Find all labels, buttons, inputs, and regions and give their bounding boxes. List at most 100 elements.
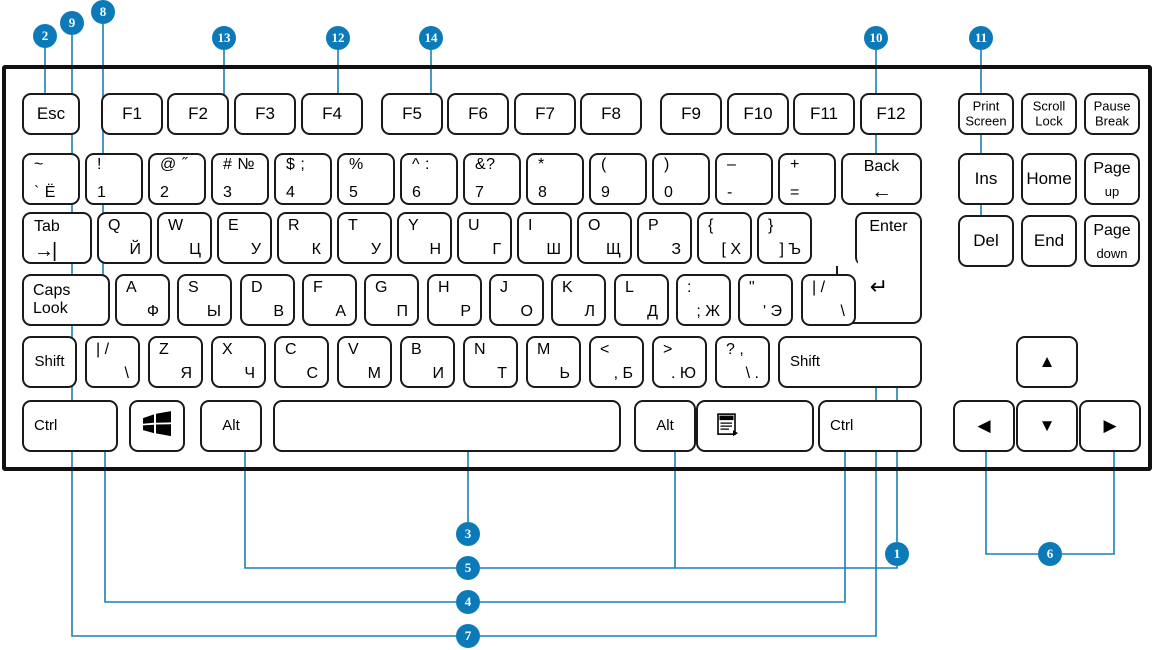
callout-badge-14[interactable]: 14 (419, 26, 443, 50)
key-f1[interactable]: F1 (101, 93, 163, 135)
key-equals[interactable]: + = (778, 153, 836, 205)
key-slash[interactable]: ? , \ . (715, 336, 770, 388)
key-w[interactable]: W Ц (157, 212, 212, 264)
key-9[interactable]: ( 9 (589, 153, 647, 205)
key-home[interactable]: Home (1021, 153, 1077, 205)
key-r[interactable]: R К (277, 212, 332, 264)
key-i[interactable]: I Ш (517, 212, 572, 264)
callout-badge-1[interactable]: 1 (885, 542, 909, 566)
key-alt-left[interactable]: Alt (200, 400, 262, 452)
key-5[interactable]: % 5 (337, 153, 395, 205)
key-page-down[interactable]: Page down (1084, 215, 1140, 267)
key-pause-break[interactable]: Pause Break (1084, 93, 1140, 135)
key-a[interactable]: A Ф (115, 274, 170, 326)
key-f2[interactable]: F2 (167, 93, 229, 135)
key-f7[interactable]: F7 (514, 93, 576, 135)
key-f12[interactable]: F12 (860, 93, 922, 135)
callout-badge-4[interactable]: 4 (456, 590, 480, 614)
key-quote[interactable]: " ' Э (738, 274, 793, 326)
callout-badge-12[interactable]: 12 (326, 26, 350, 50)
key-ctrl-right[interactable]: Ctrl (818, 400, 922, 452)
key-x[interactable]: X Ч (211, 336, 266, 388)
key-f6[interactable]: F6 (447, 93, 509, 135)
key-2[interactable]: @ ˝ 2 (148, 153, 206, 205)
key-f8[interactable]: F8 (580, 93, 642, 135)
callout-badge-9[interactable]: 9 (60, 11, 84, 35)
key-m[interactable]: M Ь (526, 336, 581, 388)
key-ctrl-left[interactable]: Ctrl (22, 400, 118, 452)
key-tilde-yo[interactable]: ~ ` Ё (22, 153, 80, 205)
key-backslash-zrow[interactable]: | / \ (85, 336, 140, 388)
key-space[interactable] (273, 400, 621, 452)
key-f[interactable]: F А (302, 274, 357, 326)
key-h[interactable]: H Р (427, 274, 482, 326)
key-minus[interactable]: – - (715, 153, 773, 205)
key-f5[interactable]: F5 (381, 93, 443, 135)
key-l[interactable]: L Д (614, 274, 669, 326)
key-8[interactable]: * 8 (526, 153, 584, 205)
key-shift-left[interactable]: Shift (22, 336, 77, 388)
key-period[interactable]: > . Ю (652, 336, 707, 388)
key-backslash-home[interactable]: | / \ (801, 274, 856, 326)
key-k[interactable]: K Л (551, 274, 606, 326)
key-page-up[interactable]: Page up (1084, 153, 1140, 205)
callout-badge-2[interactable]: 2 (33, 24, 57, 48)
callout-badge-3[interactable]: 3 (456, 522, 480, 546)
callout-badge-11[interactable]: 11 (969, 26, 993, 50)
key-capslock[interactable]: Caps Look (22, 274, 110, 326)
key-print-screen[interactable]: Print Screen (958, 93, 1014, 135)
key-j[interactable]: J О (489, 274, 544, 326)
key-bracket-left[interactable]: { [ Х (697, 212, 752, 264)
key-3[interactable]: # № 3 (211, 153, 269, 205)
key-bracket-right[interactable]: } ] Ъ (757, 212, 812, 264)
key-tab[interactable]: Tab →| (22, 212, 92, 264)
key-insert[interactable]: Ins (958, 153, 1014, 205)
key-u[interactable]: U Г (457, 212, 512, 264)
callout-badge-8[interactable]: 8 (91, 0, 115, 24)
key-f4[interactable]: F4 (301, 93, 363, 135)
key-arrow-right[interactable]: ▶ (1079, 400, 1141, 452)
key-z[interactable]: Z Я (148, 336, 203, 388)
key-context-menu[interactable] (696, 400, 814, 452)
key-c[interactable]: C С (274, 336, 329, 388)
key-v[interactable]: V М (337, 336, 392, 388)
key-e[interactable]: E У (217, 212, 272, 264)
key-delete[interactable]: Del (958, 215, 1014, 267)
key-0[interactable]: ) 0 (652, 153, 710, 205)
key-arrow-left[interactable]: ◀ (953, 400, 1015, 452)
key-arrow-down[interactable]: ▼ (1016, 400, 1078, 452)
callout-badge-7[interactable]: 7 (456, 624, 480, 648)
key-n[interactable]: N Т (463, 336, 518, 388)
key-esc[interactable]: Esc (22, 93, 80, 135)
key-o[interactable]: O Щ (577, 212, 632, 264)
key-4[interactable]: $ ; 4 (274, 153, 332, 205)
key-alt-right[interactable]: Alt (634, 400, 696, 452)
key-end[interactable]: End (1021, 215, 1077, 267)
key-7[interactable]: &? 7 (463, 153, 521, 205)
key-backspace[interactable]: Back ← (841, 153, 922, 205)
key-6[interactable]: ^ : 6 (400, 153, 458, 205)
key-windows[interactable] (129, 400, 185, 452)
callout-badge-6[interactable]: 6 (1038, 542, 1062, 566)
key-y[interactable]: Y Н (397, 212, 452, 264)
key-f10[interactable]: F10 (727, 93, 789, 135)
key-shift-right[interactable]: Shift (778, 336, 922, 388)
key-d[interactable]: D В (240, 274, 295, 326)
key-semicolon[interactable]: : ; Ж (676, 274, 731, 326)
key-arrow-up[interactable]: ▲ (1016, 336, 1078, 388)
key-s[interactable]: S Ы (177, 274, 232, 326)
callout-badge-10[interactable]: 10 (864, 26, 888, 50)
key-p[interactable]: P З (637, 212, 692, 264)
key-enter-upper[interactable]: Enter (855, 212, 922, 266)
callout-badge-5[interactable]: 5 (456, 556, 480, 580)
key-g[interactable]: G П (364, 274, 419, 326)
key-f11[interactable]: F11 (793, 93, 855, 135)
key-f9[interactable]: F9 (660, 93, 722, 135)
key-scroll-lock[interactable]: Scroll Lock (1021, 93, 1077, 135)
key-q[interactable]: Q Й (97, 212, 152, 264)
key-1[interactable]: ! 1 (85, 153, 143, 205)
key-t[interactable]: T У (337, 212, 392, 264)
key-f3[interactable]: F3 (234, 93, 296, 135)
callout-badge-13[interactable]: 13 (212, 26, 236, 50)
key-b[interactable]: B И (400, 336, 455, 388)
